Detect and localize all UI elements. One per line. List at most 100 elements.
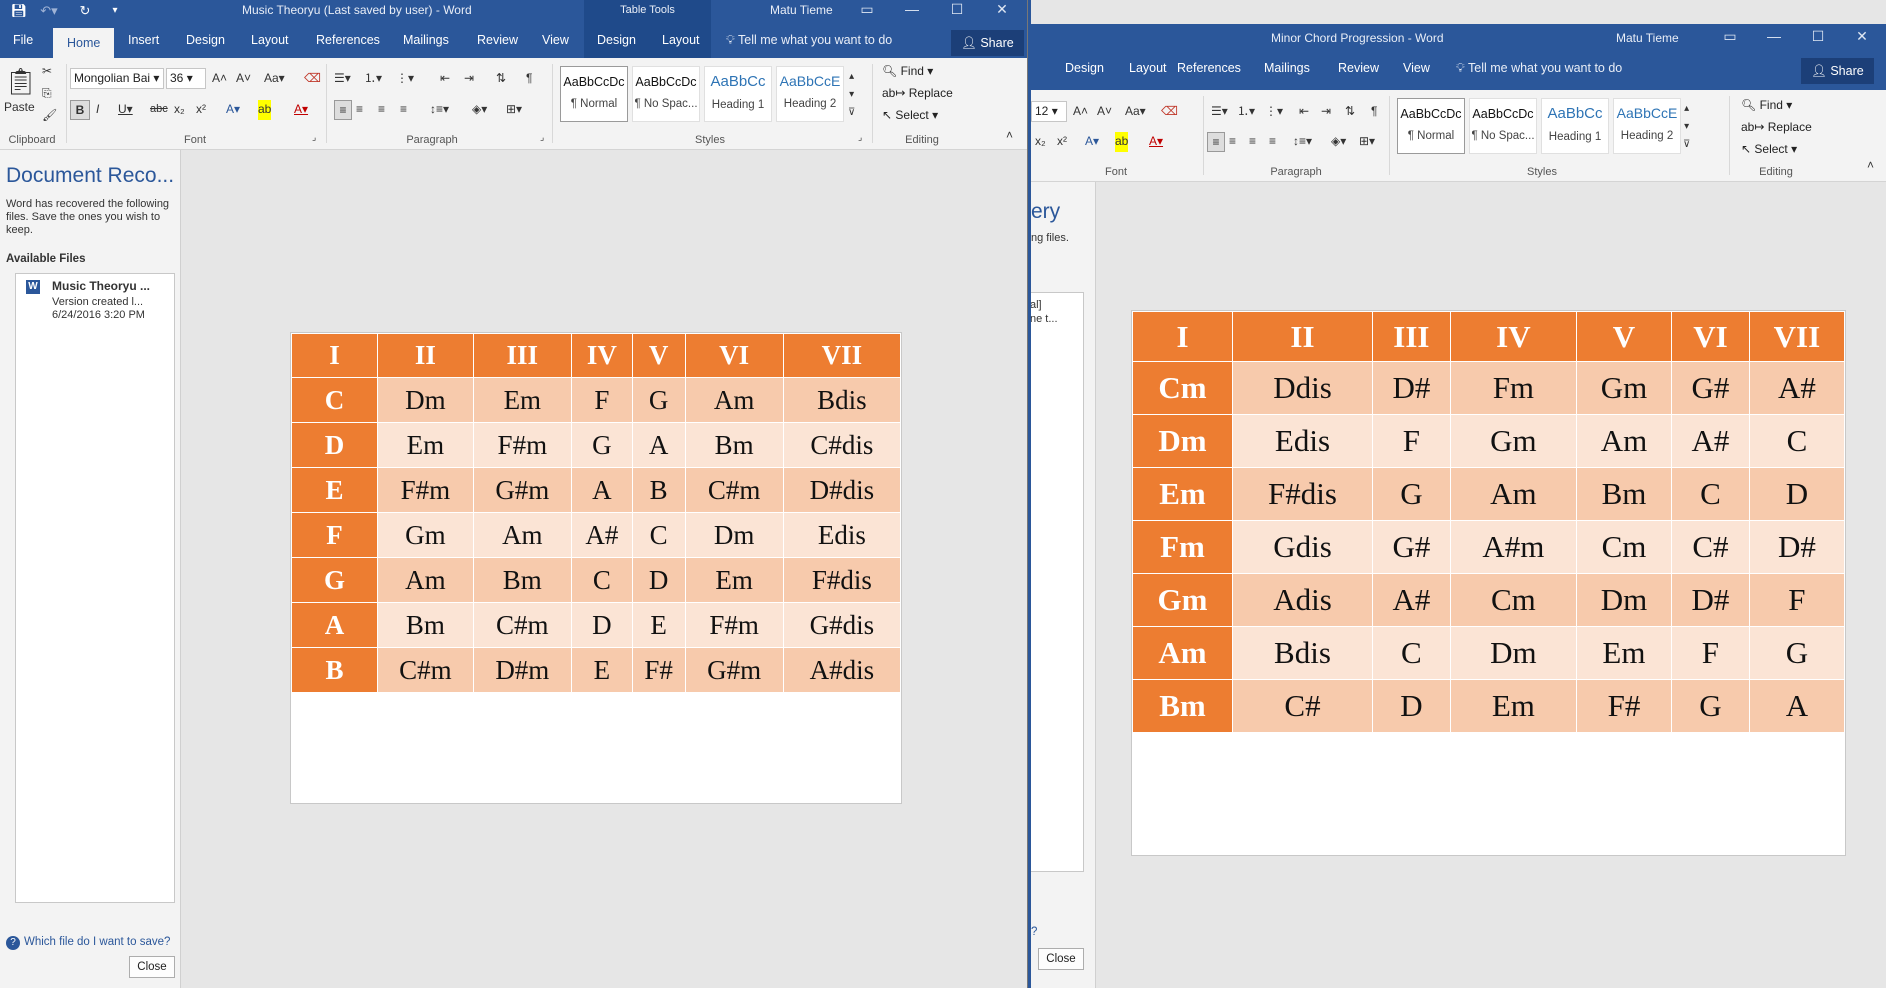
find-button[interactable]: 🔍︎ Find ▾	[1741, 98, 1792, 112]
align-right-icon[interactable]: ≡	[1249, 132, 1256, 152]
tab-table-design[interactable]: Design	[597, 22, 636, 58]
table-cell[interactable]: F#m	[472, 422, 572, 468]
find-button[interactable]: 🔍︎ Find ▾	[882, 64, 933, 78]
styles-more-icon[interactable]: ▴ ▾ ⊽	[848, 68, 855, 118]
table-header-cell[interactable]: III	[1371, 311, 1451, 362]
style-heading-2[interactable]: AaBbCcE Heading 2	[1613, 98, 1681, 154]
clear-format-icon[interactable]: ⌫	[304, 69, 321, 89]
table-row-header-cell[interactable]: Fm	[1132, 520, 1233, 574]
table-cell[interactable]: A	[631, 422, 686, 468]
superscript-icon[interactable]: x²	[1057, 132, 1067, 152]
table-cell[interactable]: Adis	[1232, 573, 1373, 627]
grow-font-icon[interactable]: A˄	[212, 69, 227, 89]
table-cell[interactable]: A#m	[1449, 520, 1577, 574]
tab-references[interactable]: References	[1177, 50, 1241, 86]
table-cell[interactable]: Dm	[684, 512, 784, 558]
word-window-music-theory[interactable]: 💾︎ ↶▾ ↻ ▾ Music Theoryu (Last saved by u…	[0, 0, 1028, 988]
table-cell[interactable]: G#m	[472, 467, 572, 513]
table-cell[interactable]: F#	[631, 647, 686, 693]
tab-mailings[interactable]: Mailings	[1264, 50, 1310, 86]
decrease-indent-icon[interactable]: ⇤	[440, 69, 450, 89]
tab-references[interactable]: References	[316, 22, 380, 58]
highlight-icon[interactable]: ab	[1115, 132, 1129, 152]
grow-font-icon[interactable]: A˄	[1073, 102, 1088, 122]
minimize-icon[interactable]: —	[1752, 27, 1796, 49]
align-left-icon[interactable]: ≡	[334, 100, 352, 120]
styles-more-icon[interactable]: ▴ ▾ ⊽	[1683, 100, 1690, 150]
bullets-icon[interactable]: ☰▾	[1211, 102, 1228, 122]
format-painter-icon[interactable]: 🖌︎	[42, 106, 57, 126]
table-header-cell[interactable]: I	[291, 333, 378, 378]
table-cell[interactable]: Bm	[1575, 467, 1673, 521]
table-cell[interactable]: Gm	[1575, 361, 1673, 415]
style-normal[interactable]: AaBbCcDc ¶ Normal	[560, 66, 628, 122]
minimize-icon[interactable]: —	[890, 0, 934, 22]
table-cell[interactable]: Bdis	[1232, 626, 1373, 680]
undo-icon[interactable]: ↶▾	[40, 2, 58, 20]
table-cell[interactable]: C#m	[684, 467, 784, 513]
table-header-cell[interactable]: VI	[684, 333, 784, 378]
table-cell[interactable]: D	[570, 602, 633, 648]
multilevel-icon[interactable]: ⋮▾	[396, 69, 414, 89]
collapse-ribbon-icon[interactable]: ˄	[1867, 156, 1874, 176]
tab-file[interactable]: File	[13, 22, 33, 58]
copy-icon[interactable]: ⎘	[42, 84, 52, 104]
table-cell[interactable]: C	[631, 512, 686, 558]
table-header-cell[interactable]: III	[472, 333, 572, 378]
sort-icon[interactable]: ⇅	[496, 69, 506, 89]
style-heading-1[interactable]: AaBbCc Heading 1	[1541, 98, 1609, 154]
table-cell[interactable]: Gdis	[1232, 520, 1373, 574]
multilevel-icon[interactable]: ⋮▾	[1265, 102, 1283, 122]
table-row-header-cell[interactable]: Bm	[1132, 679, 1233, 733]
recovery-close-button[interactable]: Close	[1038, 948, 1084, 970]
tell-me-box[interactable]: 💡︎ Tell me what you want to do	[726, 22, 892, 58]
tab-design[interactable]: Design	[1065, 50, 1104, 86]
shading-icon[interactable]: ◈▾	[472, 100, 487, 120]
table-header-cell[interactable]: VII	[782, 333, 902, 378]
underline-button[interactable]: U▾	[118, 100, 133, 120]
table-cell[interactable]: F	[1748, 573, 1846, 627]
major-chord-table[interactable]: I II III IV V VI VII C Dm Em F G Am Bdis…	[291, 333, 902, 693]
font-color-icon[interactable]: A▾	[1149, 132, 1163, 152]
table-row-header-cell[interactable]: Gm	[1132, 573, 1233, 627]
style-heading-2[interactable]: AaBbCcE Heading 2	[776, 66, 844, 122]
which-file-help-link[interactable]: ? Which file do I want to save?	[6, 936, 170, 950]
table-cell[interactable]: F#	[1575, 679, 1673, 733]
table-cell[interactable]: D	[1371, 679, 1451, 733]
justify-icon[interactable]: ≡	[1269, 132, 1276, 152]
table-cell[interactable]: Bdis	[782, 377, 902, 423]
table-cell[interactable]: Dm	[377, 377, 474, 423]
table-header-cell[interactable]: II	[1232, 311, 1373, 362]
table-cell[interactable]: Em	[684, 557, 784, 603]
table-cell[interactable]: Gm	[1449, 414, 1577, 468]
shading-icon[interactable]: ◈▾	[1331, 132, 1346, 152]
table-cell[interactable]: C#m	[377, 647, 474, 693]
shrink-font-icon[interactable]: A˅	[236, 69, 251, 89]
table-row-header-cell[interactable]: B	[291, 647, 378, 693]
bullets-icon[interactable]: ☰▾	[334, 69, 351, 89]
align-center-icon[interactable]: ≡	[356, 100, 363, 120]
maximize-icon[interactable]: ☐	[1796, 27, 1840, 49]
table-cell[interactable]: F	[1371, 414, 1451, 468]
table-cell[interactable]: Fm	[1449, 361, 1577, 415]
table-cell[interactable]: F#dis	[1232, 467, 1373, 521]
table-cell[interactable]: Bm	[377, 602, 474, 648]
table-cell[interactable]: Cm	[1449, 573, 1577, 627]
collapse-ribbon-icon[interactable]: ˄	[1006, 126, 1013, 146]
tab-mailings[interactable]: Mailings	[403, 22, 449, 58]
table-cell[interactable]: Am	[1575, 414, 1673, 468]
table-cell[interactable]: C	[1748, 414, 1846, 468]
table-row-header-cell[interactable]: Dm	[1132, 414, 1233, 468]
recovery-close-button[interactable]: Close	[129, 956, 175, 978]
table-cell[interactable]: C	[1671, 467, 1750, 521]
table-row-header-cell[interactable]: Cm	[1132, 361, 1233, 415]
table-cell[interactable]: A#	[1748, 361, 1846, 415]
style-no-spacing[interactable]: AaBbCcDc ¶ No Spac...	[1469, 98, 1537, 154]
tab-layout[interactable]: Layout	[251, 22, 289, 58]
paragraph-dialog-launcher-icon[interactable]: ⌟	[540, 128, 544, 148]
table-cell[interactable]: D#m	[472, 647, 572, 693]
select-button[interactable]: ↖ Select ▾	[882, 108, 938, 122]
table-header-cell[interactable]: V	[631, 333, 686, 378]
table-cell[interactable]: A	[1748, 679, 1846, 733]
redo-icon[interactable]: ↻	[76, 2, 94, 20]
